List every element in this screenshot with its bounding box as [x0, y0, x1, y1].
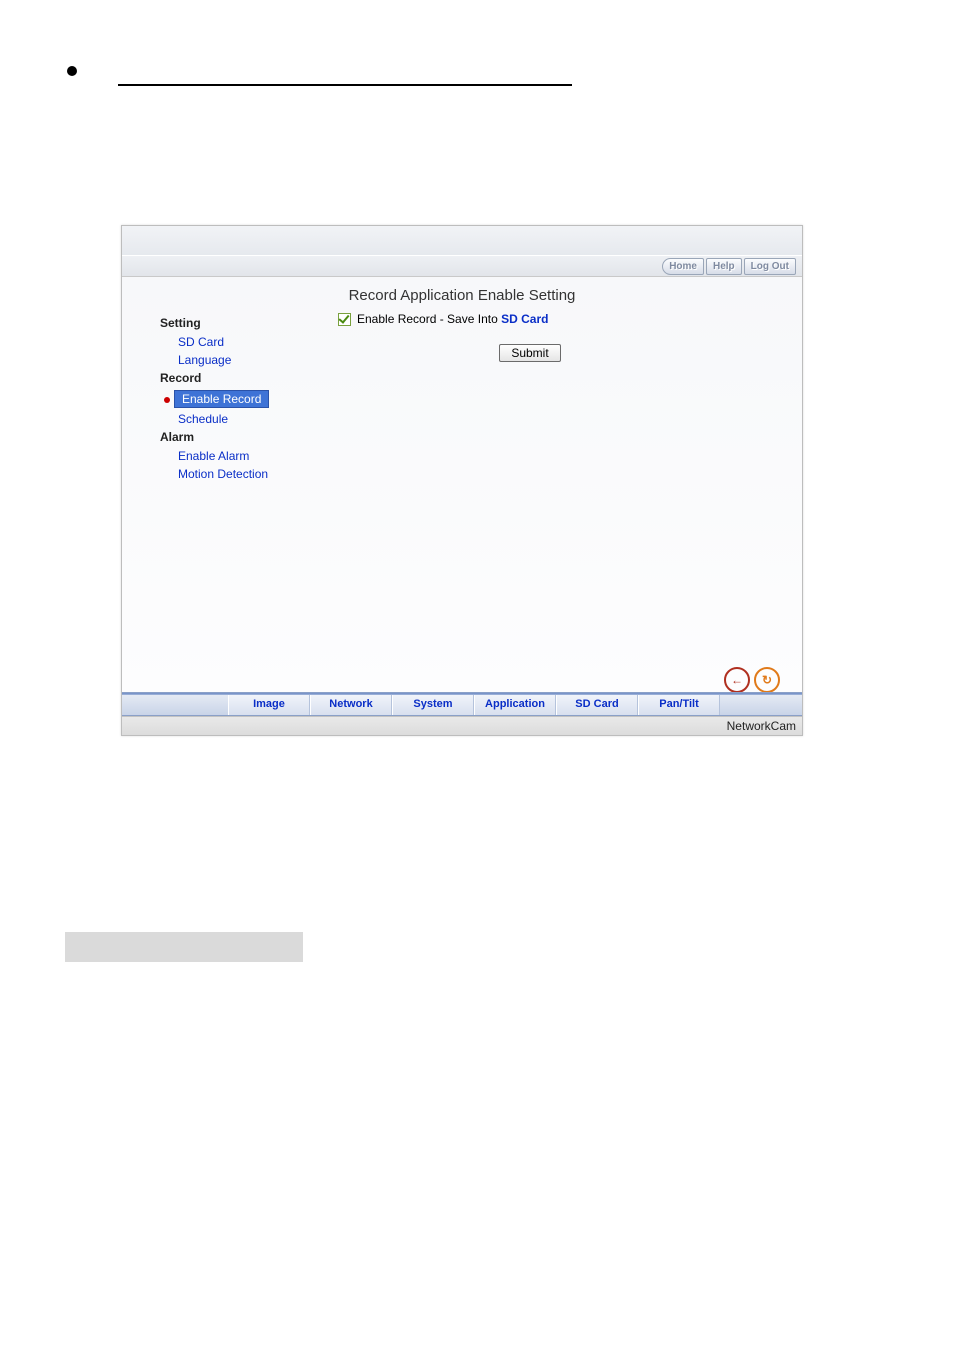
- sidebar-item-label: Enable Record: [174, 390, 269, 408]
- top-bar: Home Help Log Out: [122, 255, 802, 277]
- reload-icon[interactable]: ↻: [754, 667, 780, 693]
- tab-sdcard[interactable]: SD Card: [556, 693, 638, 715]
- sidebar-item-enable-record[interactable]: Enable Record: [160, 388, 338, 410]
- bullet-icon: [67, 66, 77, 76]
- sidebar-group-alarm: Alarm: [160, 430, 338, 444]
- bottom-icon-bar: ← ↻: [724, 667, 780, 693]
- enable-record-row: Enable Record - Save Into SD Card: [338, 312, 802, 326]
- footer-bar: NetworkCam: [122, 716, 802, 735]
- sidebar-item-enable-alarm[interactable]: Enable Alarm: [160, 447, 338, 465]
- footer-brand: NetworkCam: [727, 719, 796, 733]
- sidebar-group-record: Record: [160, 371, 338, 385]
- back-icon[interactable]: ←: [724, 667, 750, 693]
- logout-button[interactable]: Log Out: [744, 258, 796, 275]
- submit-button[interactable]: Submit: [499, 344, 560, 362]
- main-panel: Enable Record - Save Into SD Card Submit: [338, 310, 802, 692]
- sidebar-group-setting: Setting: [160, 316, 338, 330]
- window-top-spacer: [122, 226, 802, 255]
- help-button[interactable]: Help: [706, 258, 742, 275]
- gray-block: [65, 932, 303, 962]
- heading-underline: [118, 84, 572, 86]
- tab-image[interactable]: Image: [228, 693, 310, 715]
- active-dot-icon: [164, 397, 170, 403]
- sidebar-item-motion-detection[interactable]: Motion Detection: [160, 465, 338, 483]
- enable-record-label: Enable Record - Save Into SD Card: [357, 312, 548, 326]
- sidebar-item-schedule[interactable]: Schedule: [160, 410, 338, 428]
- page-title: Record Application Enable Setting: [122, 277, 802, 310]
- sidebar: Setting SD Card Language Record Enable R…: [122, 310, 338, 692]
- sidebar-item-language[interactable]: Language: [160, 351, 338, 369]
- tab-network[interactable]: Network: [310, 693, 392, 715]
- tab-system[interactable]: System: [392, 693, 474, 715]
- content-area: Record Application Enable Setting Settin…: [122, 277, 802, 692]
- sdcard-link[interactable]: SD Card: [501, 312, 548, 326]
- tab-pantilt[interactable]: Pan/Tilt: [638, 693, 720, 715]
- app-window: Home Help Log Out Record Application Ena…: [121, 225, 803, 736]
- sidebar-item-sdcard[interactable]: SD Card: [160, 333, 338, 351]
- enable-record-checkbox[interactable]: [338, 313, 351, 326]
- home-button[interactable]: Home: [662, 258, 704, 275]
- tab-application[interactable]: Application: [474, 693, 556, 715]
- bottom-tabs: Image Network System Application SD Card…: [122, 692, 802, 716]
